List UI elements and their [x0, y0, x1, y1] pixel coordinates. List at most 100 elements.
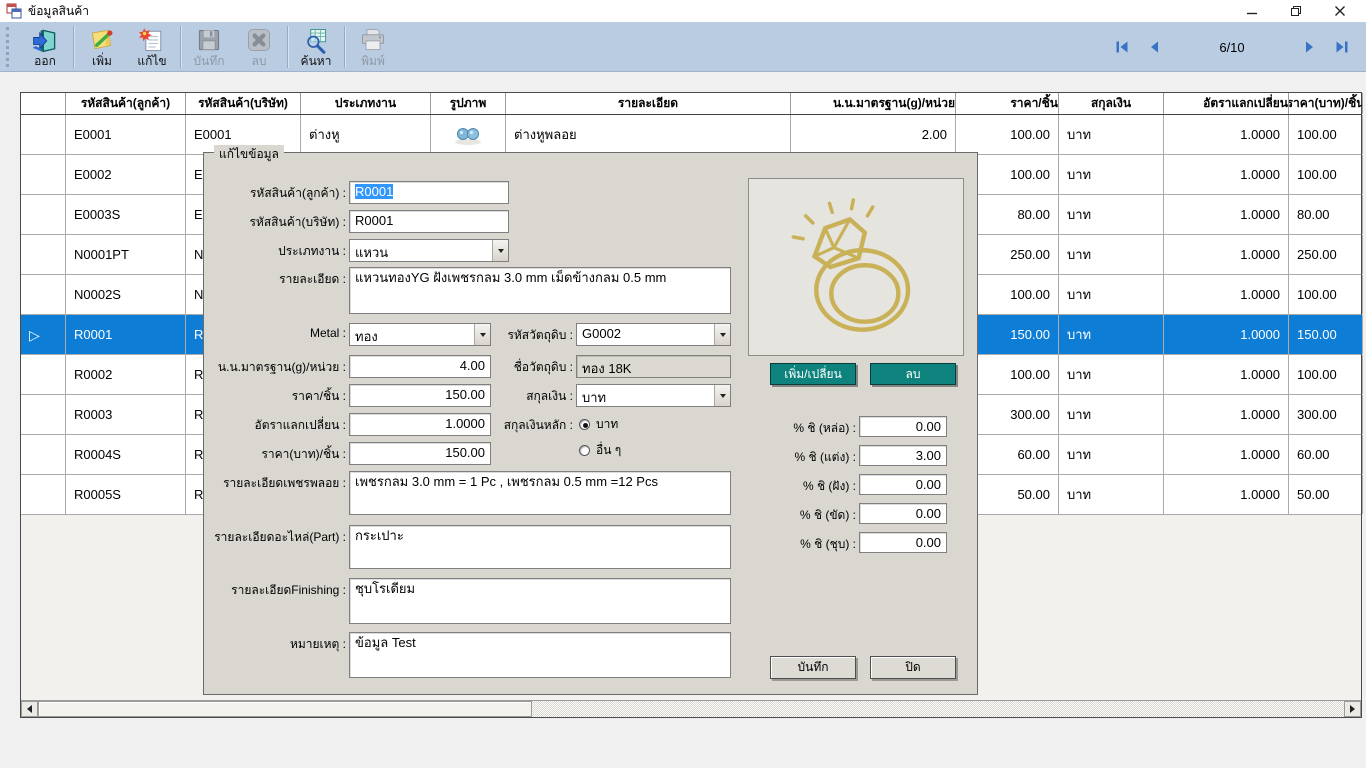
minimize-button[interactable]: [1230, 0, 1274, 22]
work-type-combobox[interactable]: แหวน: [349, 239, 509, 262]
table-cell: 1.0000: [1164, 395, 1289, 434]
column-header[interactable]: น.น.มาตรฐาน(g)/หน่วย: [791, 93, 956, 114]
currency-combobox[interactable]: บาท: [576, 384, 731, 407]
column-header[interactable]: [21, 93, 66, 114]
table-cell: R0005S: [66, 475, 186, 514]
column-header[interactable]: รหัสสินค้า(ลูกค้า): [66, 93, 186, 114]
scroll-right-icon: [1350, 705, 1359, 713]
column-header[interactable]: รหัสสินค้า(บริษัท): [186, 93, 301, 114]
percent-trim-input[interactable]: 3.00: [859, 445, 947, 466]
percent-cast-input[interactable]: 0.00: [859, 416, 947, 437]
toolbar-grip: [6, 27, 10, 67]
percent-set-input[interactable]: 0.00: [859, 474, 947, 495]
ring-photo: [781, 191, 931, 343]
main-currency-other-radio[interactable]: อื่น ๆ: [579, 441, 621, 460]
finishing-description-textarea[interactable]: ชุบโรเดียม: [349, 578, 731, 624]
close-button[interactable]: [1318, 0, 1362, 22]
search-button[interactable]: ค้นหา: [291, 24, 341, 70]
dialog-save-button[interactable]: บันทึก: [770, 656, 856, 679]
radio-selected-icon: [579, 419, 590, 430]
main-currency-baht-radio[interactable]: บาท: [579, 415, 618, 434]
price-baht-input[interactable]: 150.00: [349, 442, 491, 465]
radio-unselected-icon: [579, 445, 590, 456]
table-cell: 100.00: [1289, 355, 1363, 394]
material-code-combobox[interactable]: G0002: [576, 323, 731, 346]
table-cell: 100.00: [1289, 155, 1363, 194]
table-cell: บาท: [1059, 315, 1164, 354]
table-cell: บาท: [1059, 355, 1164, 394]
toolbar-separator: [73, 26, 74, 68]
table-header-row: รหัสสินค้า(ลูกค้า)รหัสสินค้า(บริษัท)ประเ…: [21, 93, 1361, 115]
table-cell: บาท: [1059, 475, 1164, 514]
next-record-icon: [1303, 40, 1317, 54]
add-note-icon: [88, 26, 116, 54]
metal-label: Metal :: [204, 326, 346, 340]
previous-record-button[interactable]: [1144, 37, 1164, 57]
search-magnifier-icon: [302, 26, 330, 54]
code-customer-label: รหัสสินค้า(ลูกค้า) :: [204, 184, 346, 203]
work-type-label: ประเภทงาน :: [204, 242, 346, 261]
column-header[interactable]: รูปภาพ: [431, 93, 506, 114]
note-textarea[interactable]: ข้อมูล Test: [349, 632, 731, 678]
edit-button-label: แก้ไข: [137, 55, 166, 68]
table-cell: 100.00: [1289, 115, 1363, 154]
scroll-right-button[interactable]: [1344, 701, 1361, 717]
dialog-close-button[interactable]: ปิด: [870, 656, 956, 679]
code-customer-input[interactable]: R0001: [349, 181, 509, 204]
percent-set-label: % ชิ (ฝัง) :: [704, 477, 856, 496]
gem-description-textarea[interactable]: เพชรกลม 3.0 mm = 1 Pc , เพชรกลม 0.5 mm =…: [349, 471, 731, 515]
scroll-left-button[interactable]: [21, 701, 38, 717]
table-cell: 1.0000: [1164, 115, 1289, 154]
search-button-label: ค้นหา: [301, 55, 332, 68]
part-description-textarea[interactable]: กระเปาะ: [349, 525, 731, 569]
chevron-down-icon: [714, 324, 730, 345]
table-cell: บาท: [1059, 275, 1164, 314]
table-cell: 1.0000: [1164, 435, 1289, 474]
last-record-button[interactable]: [1332, 37, 1352, 57]
add-button[interactable]: เพิ่ม: [77, 24, 127, 70]
table-cell: 1.0000: [1164, 235, 1289, 274]
table-cell: [21, 155, 66, 194]
exit-button-label: ออก: [34, 55, 56, 68]
column-header[interactable]: ราคา(บาท)/ชิ้น: [1289, 93, 1363, 114]
code-company-input[interactable]: R0001: [349, 210, 509, 233]
table-cell: บาท: [1059, 235, 1164, 274]
column-header[interactable]: รายละเอียด: [506, 93, 791, 114]
chevron-down-icon: [714, 385, 730, 406]
edit-button[interactable]: แก้ไข: [127, 24, 177, 70]
image-add-change-button[interactable]: เพิ่ม/เปลี่ยน: [770, 363, 856, 385]
column-header[interactable]: ประเภทงาน: [301, 93, 431, 114]
last-record-icon: [1335, 40, 1349, 54]
table-cell: R0001: [66, 315, 186, 354]
column-header[interactable]: อัตราแลกเปลี่ยน: [1164, 93, 1289, 114]
price-per-piece-label: ราคา/ชิ้น :: [204, 387, 346, 406]
column-header[interactable]: ราคา/ชิ้น: [956, 93, 1059, 114]
description-textarea[interactable]: แหวนทองYG ฝังเพชรกลม 3.0 mm เม็ดข้างกลม …: [349, 267, 731, 314]
image-delete-button[interactable]: ลบ: [870, 363, 956, 385]
table-cell: บาท: [1059, 115, 1164, 154]
percent-polish-input[interactable]: 0.00: [859, 503, 947, 524]
percent-plate-input[interactable]: 0.00: [859, 532, 947, 553]
gem-description-label: รายละเอียดเพชรพลอย :: [204, 474, 346, 493]
table-cell: 1.0000: [1164, 155, 1289, 194]
table-cell: R0002: [66, 355, 186, 394]
minimize-icon: [1246, 5, 1258, 17]
window-titlebar: ข้อมูลสินค้า: [0, 0, 1366, 22]
first-record-button[interactable]: [1112, 37, 1132, 57]
delete-x-icon: [245, 26, 273, 54]
toolbar-separator: [344, 26, 345, 68]
column-header[interactable]: สกุลเงิน: [1059, 93, 1164, 114]
save-button-label: บันทึก: [194, 55, 225, 68]
table-cell: 1.0000: [1164, 195, 1289, 234]
table-cell: ต่างหูพลอย: [506, 115, 791, 154]
scrollbar-thumb[interactable]: [38, 701, 532, 717]
table-cell: E0003S: [66, 195, 186, 234]
print-icon: [359, 26, 387, 54]
horizontal-scrollbar[interactable]: [21, 700, 1361, 717]
toolbar-separator: [180, 26, 181, 68]
window-title: ข้อมูลสินค้า: [28, 2, 89, 21]
table-cell: บาท: [1059, 195, 1164, 234]
exit-button[interactable]: ออก: [20, 24, 70, 70]
next-record-button[interactable]: [1300, 37, 1320, 57]
restore-button[interactable]: [1274, 0, 1318, 22]
